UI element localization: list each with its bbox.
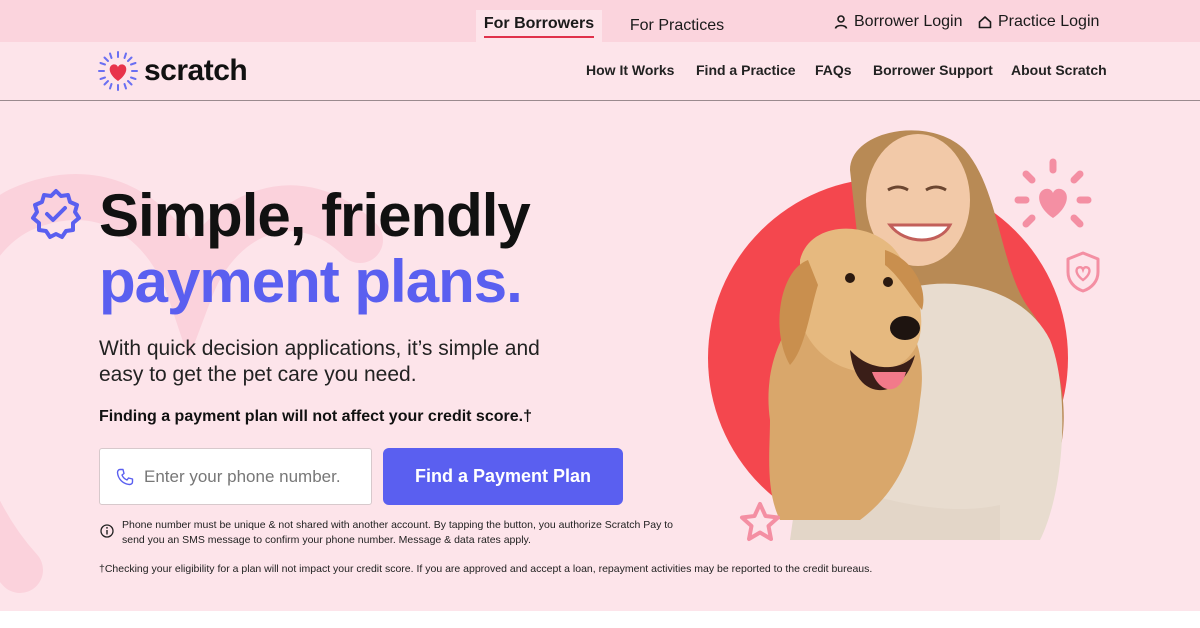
main-navigation: scratch How It Works Find a Practice FAQ…	[0, 42, 1200, 101]
nav-about-scratch[interactable]: About Scratch	[1011, 62, 1107, 78]
nav-find-a-practice[interactable]: Find a Practice	[696, 62, 796, 78]
shield-heart-icon	[1066, 251, 1100, 293]
hero-subheadline: With quick decision applications, it’s s…	[99, 337, 540, 386]
phone-icon	[116, 468, 134, 485]
home-icon	[978, 16, 992, 29]
sparkle-heart-icon	[1014, 158, 1092, 228]
phone-number-input[interactable]	[144, 466, 364, 487]
hero-headline-line2: payment plans.	[99, 248, 523, 315]
info-icon	[100, 524, 114, 538]
person-icon	[834, 15, 848, 29]
practice-login-link[interactable]: Practice Login	[978, 13, 1099, 31]
tab-for-practices[interactable]: For Practices	[616, 10, 738, 42]
tab-for-practices-label: For Practices	[629, 17, 725, 34]
nav-borrower-support[interactable]: Borrower Support	[873, 62, 993, 78]
logo-wordmark: scratch	[144, 54, 248, 87]
hero-headline-line1: Simple, friendly	[99, 182, 531, 249]
borrower-login-label: Borrower Login	[854, 13, 963, 30]
nav-how-it-works[interactable]: How It Works	[586, 62, 674, 78]
practice-login-label: Practice Login	[998, 13, 1100, 30]
phone-input-field[interactable]	[99, 448, 372, 505]
tab-for-borrowers[interactable]: For Borrowers	[476, 10, 602, 42]
nav-faqs[interactable]: FAQs	[815, 62, 852, 78]
credit-footnote: †Checking your eligibility for a plan wi…	[99, 563, 873, 575]
page-bottom-strip	[0, 611, 1200, 628]
find-payment-plan-button[interactable]: Find a Payment Plan	[383, 448, 623, 505]
heart-burst-icon	[98, 51, 138, 91]
borrower-login-link[interactable]: Borrower Login	[834, 13, 963, 31]
scratch-logo[interactable]: scratch	[98, 51, 248, 91]
verified-badge-icon	[31, 189, 81, 239]
tab-for-borrowers-label: For Borrowers	[483, 15, 595, 38]
top-utility-bar: For Borrowers For Practices Borrower Log…	[0, 0, 1200, 42]
star-icon	[740, 502, 780, 541]
credit-score-note: Finding a payment plan will not affect y…	[99, 408, 532, 425]
sms-disclaimer: Phone number must be unique & not shared…	[122, 519, 674, 546]
